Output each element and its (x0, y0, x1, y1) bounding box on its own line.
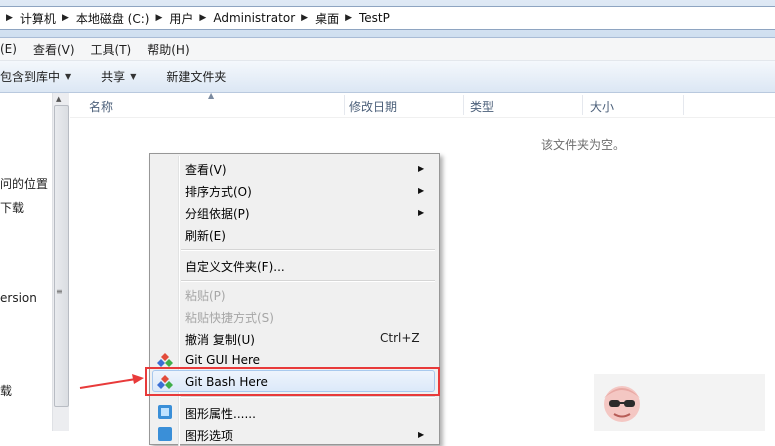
watermark-avatar (594, 374, 765, 431)
menu-help[interactable]: 帮助(H) (147, 41, 189, 58)
menu-bar: (E) 查看(V) 工具(T) 帮助(H) (0, 38, 775, 61)
chevron-right-icon[interactable]: ▶ (199, 13, 206, 23)
nav-pane-scrollbar[interactable]: ▲ ≡ (52, 93, 69, 431)
menu-item-graphics-options[interactable]: 图形选项 (185, 427, 233, 444)
breadcrumb-label: 本地磁盘 (C:) (75, 11, 150, 26)
scroll-up-arrow-icon[interactable]: ▲ (56, 95, 61, 103)
menu-item-group-by[interactable]: 分组依据(P) (185, 205, 250, 222)
chevron-right-icon[interactable]: ▶ (6, 13, 13, 23)
breadcrumb-item[interactable]: ▶ 计算机 (4, 10, 56, 27)
include-in-library-button[interactable]: 包含到库中 ▼ (0, 68, 71, 85)
menu-item-undo-copy[interactable]: 撤消 复制(U) (185, 331, 255, 348)
menu-separator (181, 280, 435, 282)
menu-separator (181, 249, 435, 251)
menu-icon-gutter (178, 156, 180, 446)
submenu-arrow-icon: ▶ (418, 208, 425, 217)
submenu-arrow-icon: ▶ (418, 164, 425, 173)
monkey-avatar-icon (604, 386, 640, 422)
chevron-right-icon[interactable]: ▶ (301, 13, 308, 23)
breadcrumb-label: TestP (359, 11, 390, 25)
breadcrumb[interactable]: ▶ 计算机 ▶ 本地磁盘 (C:) ▶ 用户 ▶ Administrator ▶ 桌面 ▶… (0, 6, 775, 30)
share-button[interactable]: 共享 ▼ (101, 68, 136, 85)
menu-item-paste-shortcut: 粘贴快捷方式(S) (185, 311, 274, 325)
caret-down-icon: ▼ (65, 72, 72, 81)
nav-item-downloads[interactable]: 下载 (0, 199, 24, 216)
breadcrumb-item[interactable]: ▶ 本地磁盘 (C:) (56, 10, 150, 27)
graphics-options-icon (158, 427, 172, 441)
menu-tools[interactable]: 工具(T) (91, 41, 132, 58)
breadcrumb-item[interactable]: ▶ 用户 (149, 10, 193, 27)
annotation-highlight-box (145, 367, 440, 396)
column-header-type[interactable]: 类型 (470, 98, 494, 115)
scrollbar-thumb[interactable] (54, 105, 69, 407)
annotation-arrow-icon (79, 374, 144, 389)
menu-item-sort-by[interactable]: 排序方式(O) (185, 183, 252, 200)
share-label: 共享 (101, 70, 126, 84)
menu-item-refresh[interactable]: 刷新(E) (185, 227, 226, 244)
submenu-arrow-icon: ▶ (418, 186, 425, 195)
menu-item-paste: 粘贴(P) (185, 289, 226, 303)
column-header-modified[interactable]: 修改日期 (349, 98, 397, 115)
graphics-properties-icon (158, 405, 172, 419)
column-header-size[interactable]: 大小 (590, 98, 614, 115)
chevron-right-icon[interactable]: ▶ (155, 13, 162, 23)
grip-icon: ≡ (56, 287, 63, 296)
sort-ascending-icon: ▲ (208, 91, 215, 100)
submenu-arrow-icon: ▶ (418, 430, 425, 439)
column-divider[interactable] (683, 95, 684, 115)
nav-item-downloads-2[interactable]: 载 (0, 382, 12, 399)
breadcrumb-label: Administrator (213, 11, 296, 25)
menu-item-customize-folder[interactable]: 自定义文件夹(F)... (185, 258, 285, 275)
include-in-library-label: 包含到库中 (0, 70, 61, 84)
breadcrumb-item[interactable]: ▶ 桌面 (295, 10, 339, 27)
command-toolbar: 包含到库中 ▼ 共享 ▼ 新建文件夹 (0, 61, 775, 93)
column-header-name[interactable]: 名称 (89, 98, 113, 115)
breadcrumb-item[interactable]: ▶ TestP (339, 11, 390, 25)
nav-item-version[interactable]: ersion (0, 291, 37, 305)
breadcrumb-item[interactable]: ▶ Administrator (193, 11, 295, 25)
address-bar: ▶ 计算机 ▶ 本地磁盘 (C:) ▶ 用户 ▶ Administrator ▶ 桌面 ▶… (0, 0, 775, 38)
chevron-right-icon[interactable]: ▶ (62, 13, 69, 23)
navigation-pane: 问的位置 下载 ersion 载 (0, 93, 52, 431)
menu-edit[interactable]: (E) (0, 42, 17, 56)
breadcrumb-label: 用户 (169, 11, 194, 26)
chevron-right-icon[interactable]: ▶ (345, 13, 352, 23)
column-divider[interactable] (344, 95, 345, 115)
menu-view[interactable]: 查看(V) (33, 41, 75, 58)
nav-item-recent-places[interactable]: 问的位置 (0, 175, 48, 192)
new-folder-label: 新建文件夹 (166, 70, 227, 84)
empty-folder-message: 该文件夹为空。 (541, 138, 626, 152)
breadcrumb-label: 计算机 (19, 11, 56, 26)
menu-separator (181, 396, 435, 398)
git-gui-icon (157, 353, 173, 367)
column-divider[interactable] (582, 95, 583, 115)
undo-shortcut-hint: Ctrl+Z (380, 331, 420, 345)
menu-item-graphics-properties[interactable]: 图形属性...... (185, 405, 256, 422)
menu-item-git-gui-here[interactable]: Git GUI Here (185, 353, 260, 367)
column-divider[interactable] (463, 95, 464, 115)
caret-down-icon: ▼ (130, 72, 137, 81)
menu-item-view[interactable]: 查看(V) (185, 161, 227, 178)
context-menu: 查看(V) ▶ 排序方式(O) ▶ 分组依据(P) ▶ 刷新(E) 自定义文件夹… (149, 153, 440, 446)
column-headers: ▲ 名称 修改日期 类型 大小 (70, 91, 775, 118)
breadcrumb-label: 桌面 (315, 11, 340, 26)
new-folder-button[interactable]: 新建文件夹 (166, 68, 226, 85)
